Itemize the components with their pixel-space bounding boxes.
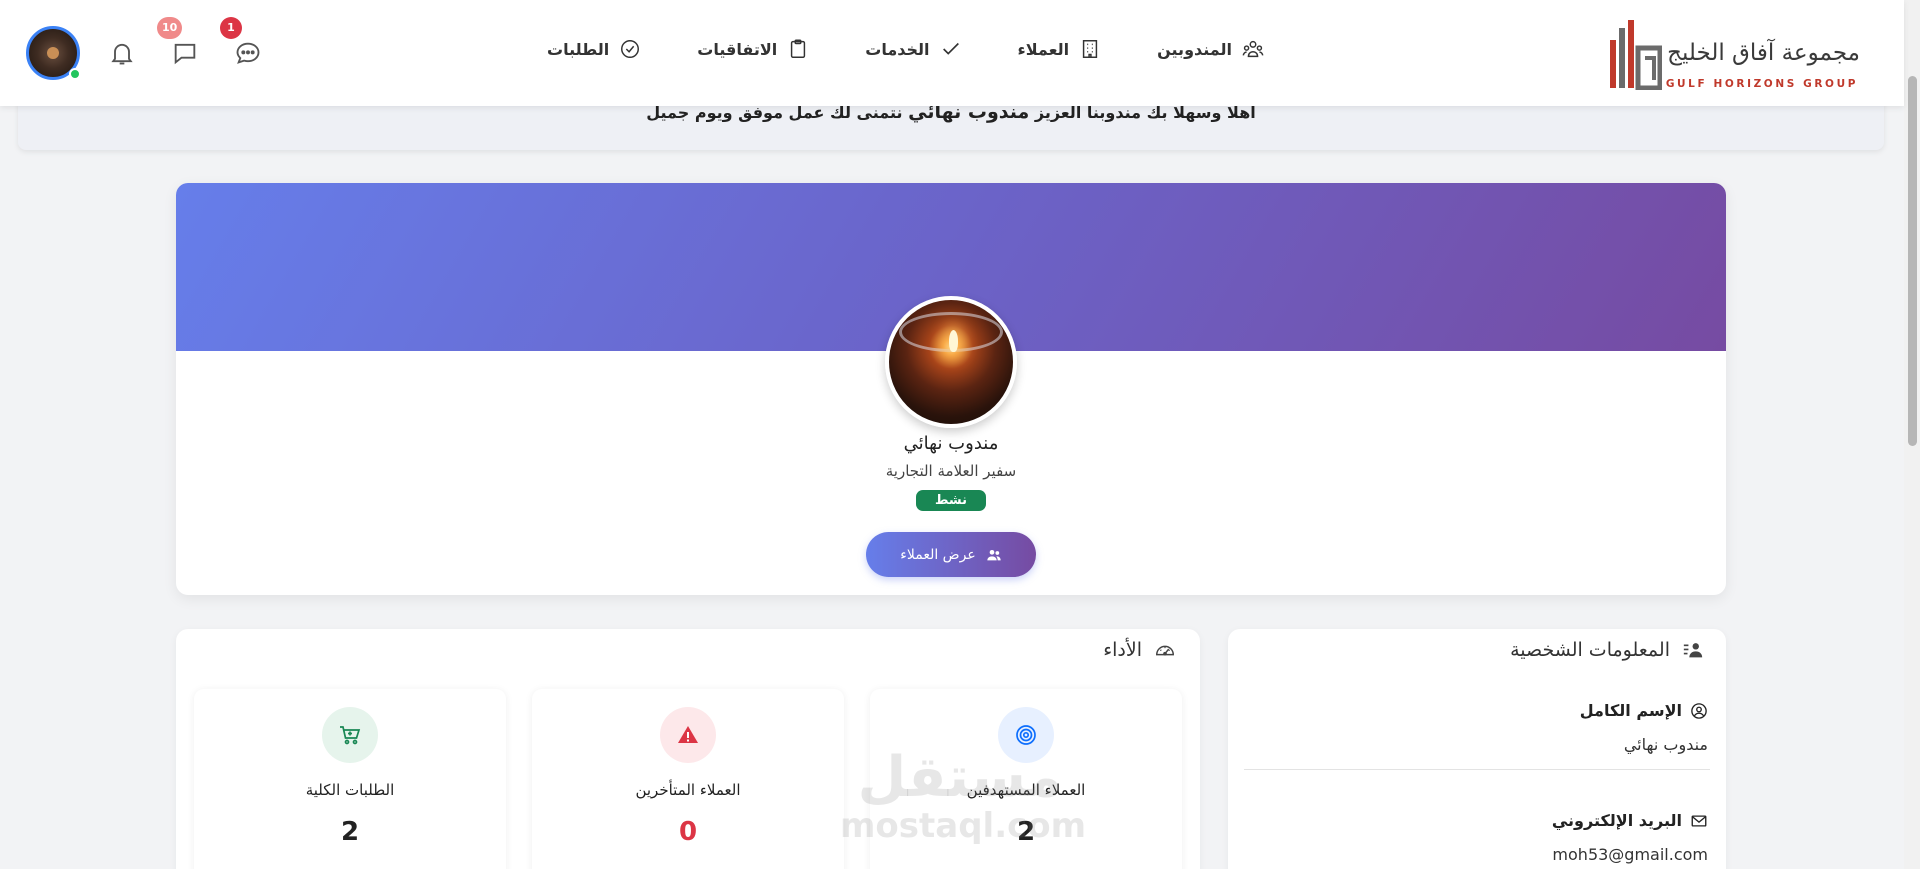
people-icon bbox=[1242, 40, 1264, 58]
stat-value: 2 bbox=[340, 817, 360, 847]
email-label-text: البريد الإلكتروني bbox=[1551, 811, 1682, 830]
messages-button[interactable]: 10 bbox=[157, 17, 199, 67]
page-scrollbar[interactable] bbox=[1904, 0, 1920, 869]
speedometer-icon bbox=[1156, 645, 1174, 656]
stat-label: الطلبات الكلية bbox=[305, 781, 395, 799]
brand-name-ar: مجموعة آفاق الخليج bbox=[1667, 40, 1860, 66]
nav-label: الاتفاقيات bbox=[697, 39, 778, 59]
nav-item-clients[interactable]: العملاء bbox=[1018, 38, 1102, 60]
full-name-value: مندوب نهائي bbox=[1623, 735, 1708, 754]
full-name-label: الإسم الكامل bbox=[1580, 701, 1708, 720]
personal-info-title-text: المعلومات الشخصية bbox=[1510, 639, 1670, 661]
top-navbar: مجموعة آفاق الخليج GULF HORIZONS GROUP ا… bbox=[0, 0, 1904, 106]
brand-name-en: GULF HORIZONS GROUP bbox=[1665, 78, 1858, 90]
stat-label: العملاء المستهدفين bbox=[966, 781, 1086, 799]
stat-target-clients: العملاء المستهدفين 2 bbox=[870, 689, 1182, 869]
personal-info-card: المعلومات الشخصية الإسم الكامل مندوب نها… bbox=[1228, 629, 1726, 869]
stat-value: 2 bbox=[1016, 817, 1036, 847]
bell-icon bbox=[111, 43, 133, 65]
email-value: moh53@gmail.com bbox=[1552, 845, 1708, 864]
nav-label: المندوبين bbox=[1157, 39, 1232, 59]
cart-icon bbox=[322, 707, 378, 763]
chat-dots-icon bbox=[236, 42, 260, 64]
profile-avatar bbox=[885, 296, 1017, 428]
performance-title-text: الأداء bbox=[1103, 639, 1142, 661]
nav-item-orders[interactable]: الطلبات bbox=[547, 38, 641, 60]
clipboard-icon bbox=[791, 39, 806, 58]
chat-button[interactable]: 1 bbox=[220, 17, 262, 67]
online-status-dot bbox=[69, 68, 81, 80]
performance-card: الأداء العملاء المستهدفين 2 العملاء المت… bbox=[176, 629, 1200, 869]
check-circle-icon bbox=[621, 40, 640, 58]
personal-info-title: المعلومات الشخصية bbox=[1510, 639, 1704, 661]
building-icon bbox=[1082, 40, 1098, 58]
target-icon bbox=[998, 707, 1054, 763]
notifications-button[interactable] bbox=[108, 39, 136, 67]
performance-title: الأداء bbox=[1103, 639, 1176, 661]
view-clients-label: عرض العملاء bbox=[900, 546, 976, 563]
envelope-icon bbox=[1691, 814, 1707, 827]
messages-count-badge: 10 bbox=[157, 17, 183, 39]
message-square-icon bbox=[174, 43, 196, 65]
info-divider bbox=[1244, 769, 1710, 770]
warning-icon bbox=[660, 707, 716, 763]
chat-count-badge: 1 bbox=[220, 17, 242, 39]
profile-name: مندوب نهائي bbox=[903, 433, 999, 454]
users-icon bbox=[987, 549, 1001, 560]
check-icon bbox=[942, 42, 959, 55]
nav-label: الخدمات bbox=[865, 39, 930, 59]
nav-item-services[interactable]: الخدمات bbox=[865, 38, 961, 60]
nav-label: الطلبات bbox=[547, 39, 610, 59]
main-nav: المندوبين العملاء الخدمات الاتفاقيات الط… bbox=[547, 38, 1264, 60]
status-badge: نشط bbox=[916, 490, 986, 511]
profile-card: مندوب نهائي سفير العلامة التجارية نشط عر… bbox=[176, 183, 1726, 595]
profile-role: سفير العلامة التجارية bbox=[885, 462, 1017, 480]
nav-item-representatives[interactable]: المندوبين bbox=[1157, 38, 1264, 60]
view-clients-button[interactable]: عرض العملاء bbox=[866, 532, 1036, 577]
user-circle-icon bbox=[1691, 702, 1707, 719]
stat-label: العملاء المتأخرين bbox=[635, 781, 741, 799]
candle-flame bbox=[949, 330, 958, 352]
stat-total-orders: الطلبات الكلية 2 bbox=[194, 689, 506, 869]
email-label: البريد الإلكتروني bbox=[1552, 811, 1708, 830]
brand-logo[interactable]: مجموعة آفاق الخليج GULF HORIZONS GROUP bbox=[1602, 16, 1862, 94]
full-name-label-text: الإسم الكامل bbox=[1579, 701, 1682, 720]
nav-label: العملاء bbox=[1017, 39, 1070, 59]
scrollbar-thumb[interactable] bbox=[1908, 76, 1917, 446]
stat-late-clients: العملاء المتأخرين 0 bbox=[532, 689, 844, 869]
logo-mark-icon bbox=[1610, 20, 1662, 90]
stat-value: 0 bbox=[678, 817, 698, 847]
user-list-icon bbox=[1683, 643, 1703, 658]
nav-item-agreements[interactable]: الاتفاقيات bbox=[697, 38, 809, 60]
